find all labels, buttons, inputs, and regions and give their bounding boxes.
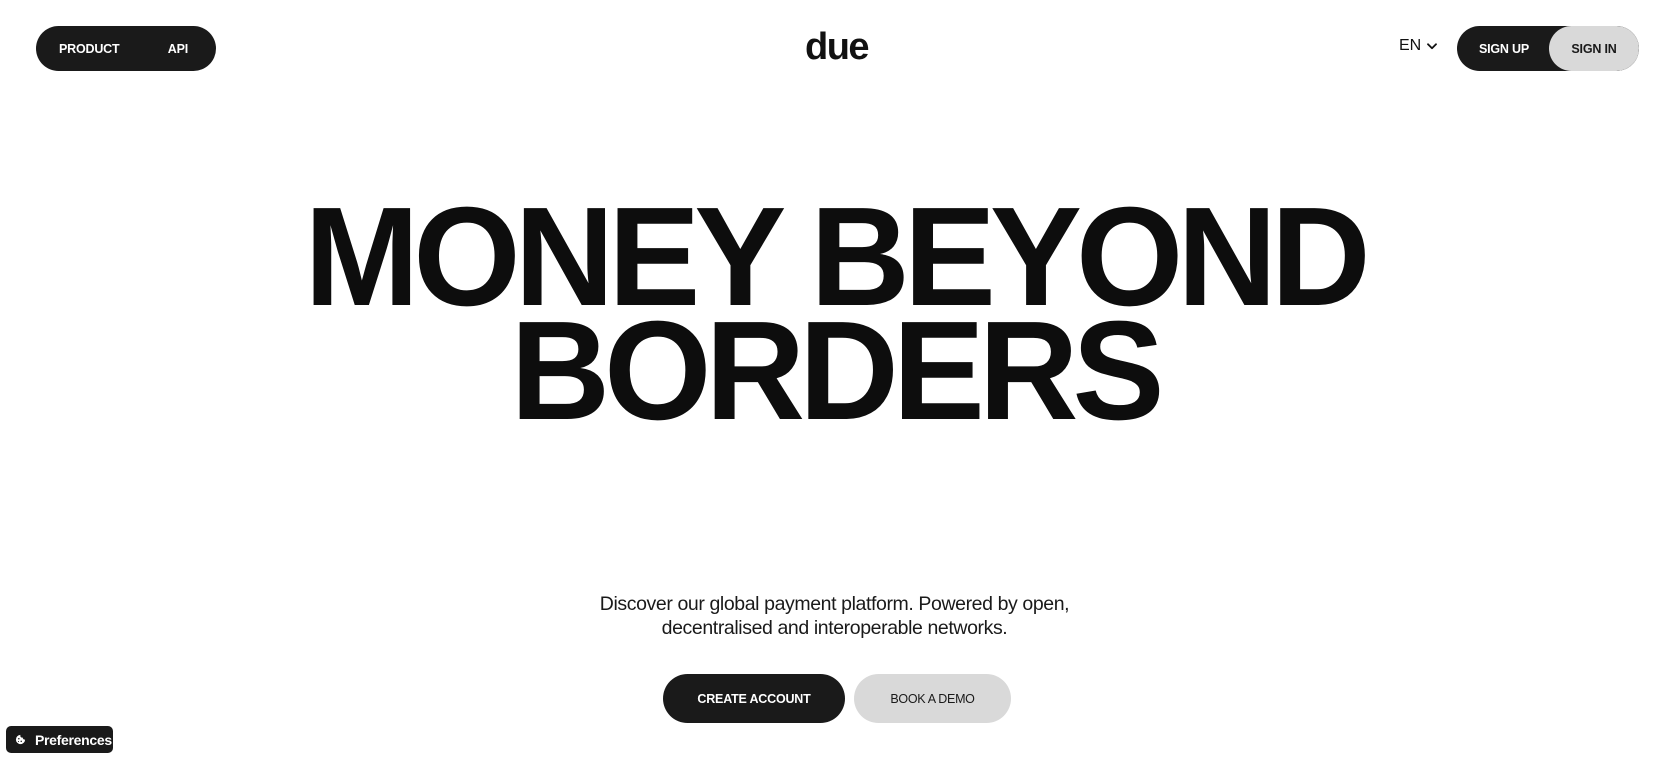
auth-buttons: SIGN UP SIGN IN — [1457, 26, 1639, 71]
cookie-icon — [15, 734, 26, 745]
main-nav: PRODUCT API — [36, 26, 216, 71]
preferences-label: Preferences — [35, 731, 112, 748]
create-account-button[interactable]: CREATE ACCOUNT — [663, 674, 845, 723]
hero-headline: MONEY BEYOND BORDERS — [0, 187, 1669, 450]
hero-subtitle: Discover our global payment platform. Po… — [0, 592, 1669, 640]
preferences-button[interactable]: Preferences — [6, 726, 113, 753]
cta-group: CREATE ACCOUNT BOOK A DEMO — [663, 674, 1011, 723]
page: PRODUCT API due EN SIGN UP SIGN IN MONEY… — [0, 0, 1669, 757]
hero-subtitle-line-2: decentralised and interoperable networks… — [661, 617, 1008, 639]
language-label: EN — [1399, 37, 1422, 54]
chevron-down-icon — [1427, 42, 1438, 50]
hero-title-line-2: BORDERS — [510, 292, 1164, 450]
logo[interactable]: due — [805, 22, 870, 72]
nav-item-api[interactable]: API — [168, 42, 188, 56]
sign-in-button[interactable]: SIGN IN — [1549, 26, 1639, 71]
language-selector[interactable]: EN — [1399, 37, 1438, 55]
hero-subtitle-line-1: Discover our global payment platform. Po… — [599, 593, 1070, 615]
sign-up-button[interactable]: SIGN UP — [1457, 26, 1551, 71]
book-demo-button[interactable]: BOOK A DEMO — [854, 674, 1011, 723]
nav-item-product[interactable]: PRODUCT — [59, 42, 120, 56]
